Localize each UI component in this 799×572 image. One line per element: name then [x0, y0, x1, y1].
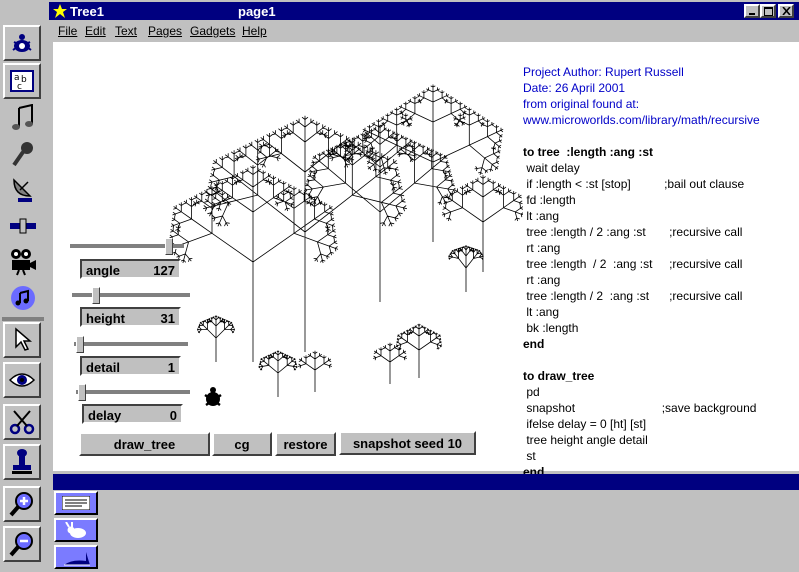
star-icon — [53, 4, 67, 18]
code-line: lt :ang — [523, 305, 560, 319]
turtle-sprite[interactable] — [203, 386, 223, 408]
code-line: tree height angle detail — [523, 433, 648, 447]
angle-slider[interactable] — [70, 238, 184, 255]
page-name: page1 — [238, 4, 276, 19]
maximize-icon — [764, 7, 773, 16]
code-line: bk :length — [523, 321, 579, 335]
code-line: rt :ang — [523, 241, 561, 255]
height-slider[interactable] — [72, 287, 190, 304]
command-center[interactable] — [53, 490, 799, 572]
code-line: wait delay — [523, 161, 580, 175]
menu-text[interactable]: Text — [115, 24, 137, 38]
menu-file[interactable]: File — [58, 24, 77, 38]
menu-bar: File Edit Text Pages Gadgets Help — [49, 21, 799, 40]
menu-edit[interactable]: Edit — [85, 24, 106, 38]
close-button[interactable] — [778, 4, 794, 18]
draw-tree-procedure-header: to draw_tree — [523, 369, 595, 383]
code-line: fd :length — [523, 193, 576, 207]
detail-slider[interactable] — [74, 336, 188, 353]
procedures-text[interactable]: Project Author: Rupert Russell Date: 26 … — [523, 48, 760, 480]
fractal-tree-drawing — [167, 84, 523, 397]
cd-music-icon[interactable] — [5, 280, 41, 316]
turtle-icon[interactable] — [3, 25, 41, 61]
zoom-in-icon[interactable] — [3, 486, 41, 522]
draw-tree-button[interactable]: draw_tree — [79, 432, 210, 456]
code-line: tree :length / 2 :ang :st ;recursive cal… — [523, 289, 743, 303]
text-page-icon[interactable] — [54, 491, 98, 515]
slider-icon[interactable] — [5, 208, 41, 244]
code-line: tree :length / 2 :ang :st ;recursive cal… — [523, 225, 743, 239]
code-line: st — [523, 449, 536, 463]
restore-button[interactable]: restore — [275, 432, 336, 456]
rabbit-icon[interactable] — [54, 518, 98, 542]
text-box-icon[interactable]: abc — [3, 63, 41, 99]
date-line: Date: 26 April 2001 — [523, 81, 626, 95]
detail-readout: detail 1 — [80, 356, 181, 376]
code-line: rt :ang — [523, 273, 561, 287]
tree-procedure-end: end — [523, 337, 545, 351]
toolbox: abc — [0, 0, 46, 572]
url-line: www.microworlds.com/library/math/recursi… — [523, 113, 760, 127]
delay-readout: delay 0 — [82, 404, 183, 424]
snapshot-seed-button[interactable]: snapshot seed 10 — [339, 431, 476, 455]
page-area: angle 127 height 31 detail 1 delay 0 draw_tr… — [53, 42, 799, 479]
scissors-icon[interactable] — [3, 404, 41, 440]
movie-camera-icon[interactable] — [5, 244, 41, 280]
delay-slider[interactable] — [76, 384, 190, 401]
source-line: from original found at: — [523, 97, 640, 111]
microphone-icon[interactable] — [5, 136, 41, 172]
maximize-button[interactable] — [760, 4, 776, 18]
pointer-icon[interactable] — [3, 322, 41, 358]
code-line: lt :ang — [523, 209, 560, 223]
zoom-out-icon[interactable] — [3, 526, 41, 562]
code-line: snapshot ;save background — [523, 401, 757, 415]
satellite-dish-icon[interactable] — [5, 172, 41, 208]
close-icon — [782, 7, 791, 15]
music-note-icon[interactable] — [5, 100, 41, 136]
angle-readout: angle 127 — [80, 259, 181, 279]
stamp-icon[interactable] — [3, 444, 41, 480]
title-bar: Tree1 page1 — [49, 2, 799, 20]
shape-icon[interactable] — [54, 545, 98, 569]
author-line: Project Author: Rupert Russell — [523, 65, 684, 79]
eye-icon[interactable] — [3, 362, 41, 398]
command-center-divider[interactable] — [53, 474, 799, 490]
minimize-icon — [749, 13, 755, 15]
menu-pages[interactable]: Pages — [148, 24, 182, 38]
menu-help[interactable]: Help — [242, 24, 267, 38]
window-title: Tree1 — [70, 4, 104, 19]
code-line: if :length < :st [stop] ;bail out clause — [523, 177, 745, 191]
code-line: pd — [523, 385, 540, 399]
code-line: tree :length / 2 :ang :st ;recursive cal… — [523, 257, 743, 271]
tree-procedure-header: to tree :length :ang :st — [523, 145, 653, 159]
cg-button[interactable]: cg — [212, 432, 272, 456]
height-readout: height 31 — [80, 307, 181, 327]
svg-text:c: c — [17, 82, 22, 92]
code-line: ifelse delay = 0 [ht] [st] — [523, 417, 647, 431]
menu-gadgets[interactable]: Gadgets — [190, 24, 235, 38]
minimize-button[interactable] — [744, 4, 760, 18]
main-window: Tree1 page1 File Edit Text Pages Gadgets… — [49, 2, 799, 572]
